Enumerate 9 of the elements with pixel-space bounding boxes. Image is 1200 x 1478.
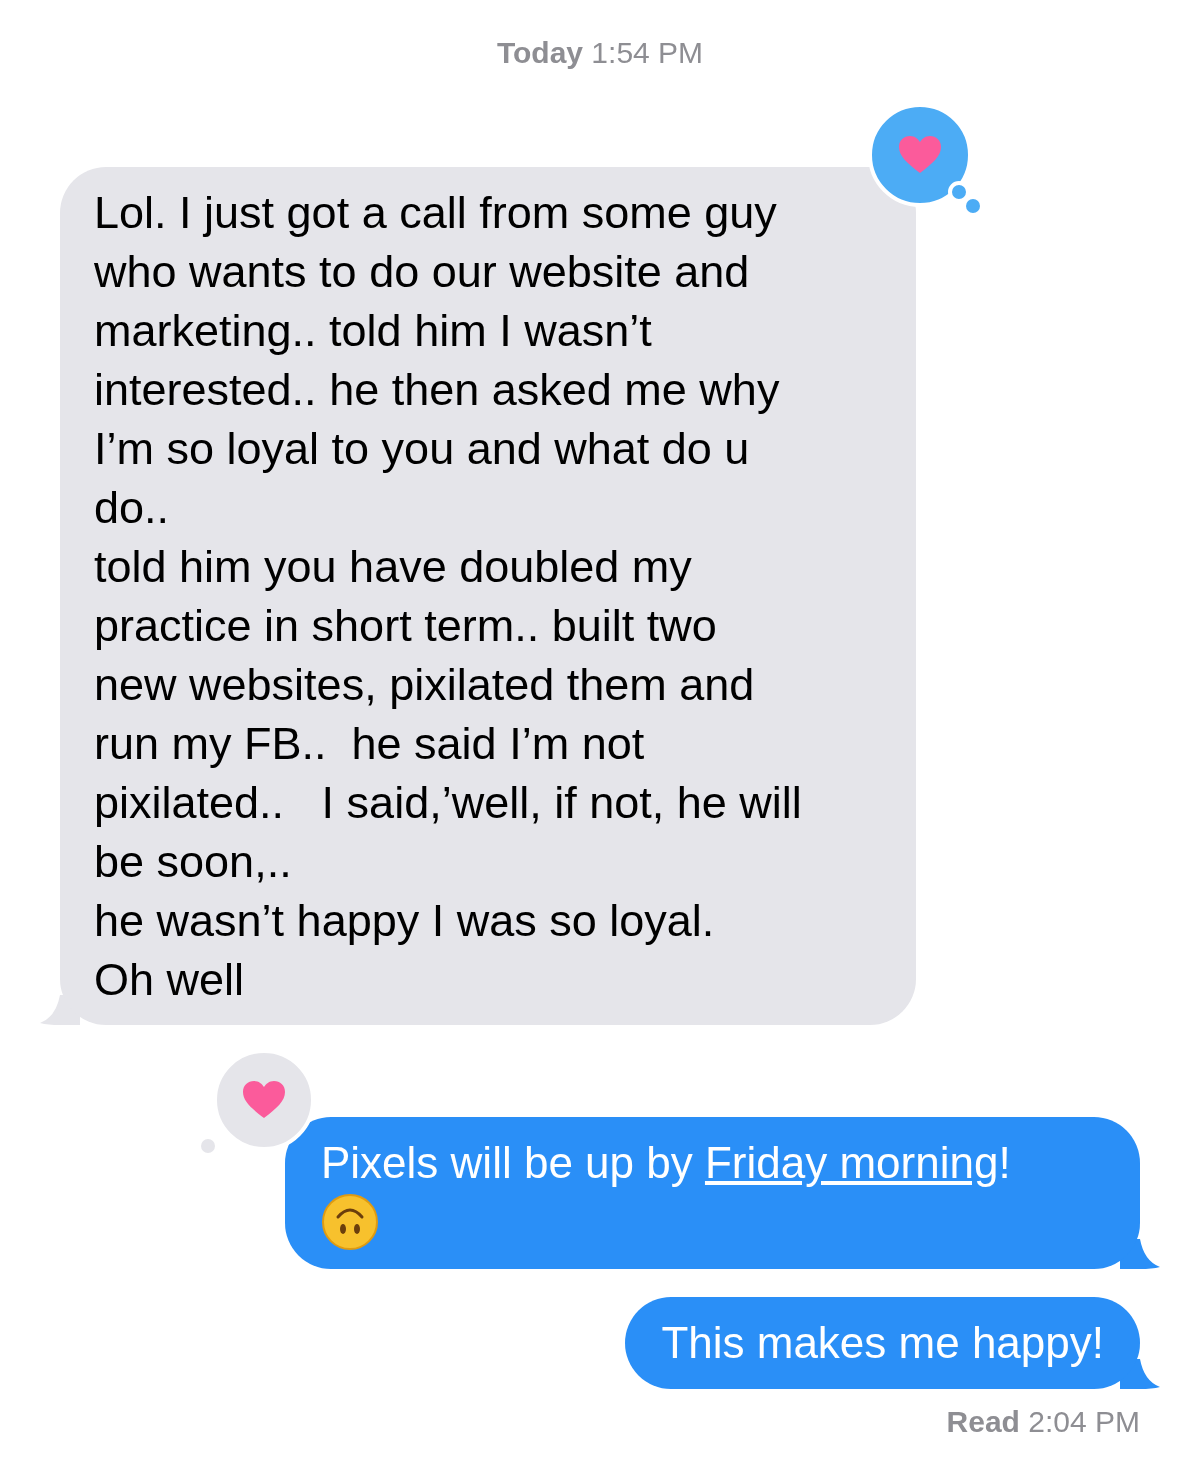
- upside-down-smiley-icon: [321, 1193, 379, 1252]
- message-text: Lol. I just got a call from some guy who wants to do our website and marketing.. told him I wasn’t interested.. he then asked me why I’m so loyal to you and what do u do.. told him you have doubled my practice in short term.. built two new websites, pixilated them and run my FB.. he said I’m not pixilated.. I said,’well, if not, he will be soon,.. he wasn’t happy I was so loyal. Oh well: [94, 186, 803, 1007]
- timestamp: Today 1:54 PM: [496, 35, 704, 71]
- date-link[interactable]: Friday morning: [704, 1138, 999, 1187]
- read-receipt: Read 2:04 PM: [946, 1404, 1140, 1441]
- heart-icon: [897, 135, 943, 175]
- heart-icon: [241, 1080, 287, 1120]
- message-text: This makes me happy!: [661, 1317, 1104, 1370]
- message-text: Pixels will be up by Friday morning!: [321, 1135, 1104, 1252]
